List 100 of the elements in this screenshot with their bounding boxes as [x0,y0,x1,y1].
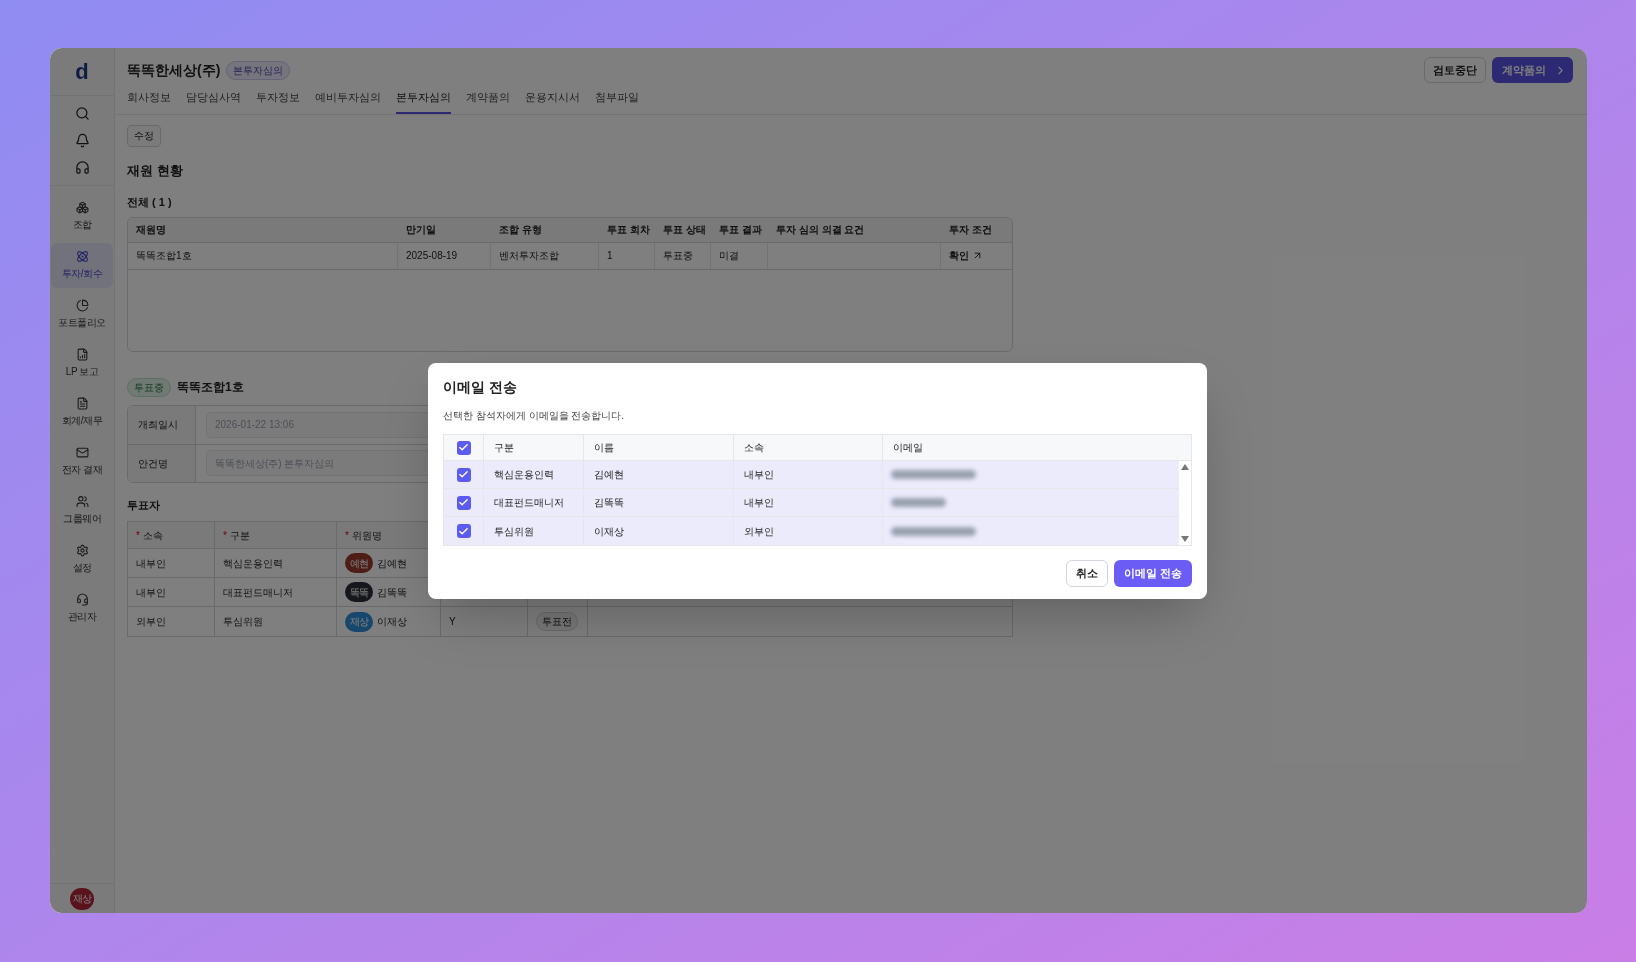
table-cell-text: Y [449,615,456,629]
checkbox[interactable] [456,467,471,482]
tab[interactable]: 운용지시서 [525,89,580,114]
field-label: 안건명 [128,444,196,482]
column-header: 투자 심의 의결 요건 [775,223,866,237]
voters-title: 투표자 [127,497,160,513]
field-label: 개최일시 [128,405,196,444]
column-header: 이메일 [892,441,924,455]
vote-title: 똑똑조합1호 [177,379,244,396]
table-cell: 투심위원 [484,517,584,545]
tab[interactable]: 회사정보 [127,89,171,114]
required-mark: * [223,528,227,543]
tab[interactable]: 투자정보 [256,89,300,114]
table-cell: 김예현 [584,461,734,488]
table-cell: 2025-08-19 [398,242,491,269]
scroll-up-icon[interactable] [1181,464,1189,470]
settings-icon [75,544,89,557]
column-label: 위원명 [351,528,382,543]
cluster-icon [75,201,89,214]
table-cell: 핵심운용인력 [484,461,584,488]
status-badge: 본투자심의 [226,60,291,80]
edit-button[interactable]: 수정 [127,124,161,147]
pie-chart-icon [75,299,89,312]
column-label: 소속 [142,528,163,543]
checkbox[interactable] [456,495,471,510]
section-title: 재원 현황 [127,161,183,180]
member-avatar: 똑똑 [345,582,373,602]
required-mark: * [345,528,349,543]
send-email-button[interactable]: 이메일 전송 [1113,560,1192,587]
user-avatar[interactable]: 재상 [70,887,94,910]
table-cell: 외부인 [128,607,215,636]
column-label: 구분 [229,528,250,543]
checkbox[interactable] [456,440,471,455]
table-cell: 미결 [711,242,768,269]
member-avatar: 재상 [345,611,373,632]
report-icon [75,348,89,361]
arrow-up-right-icon [972,250,983,261]
sidebar-item[interactable]: 그룹웨어 [51,488,113,533]
headphones-icon[interactable] [74,160,90,175]
status-badge: 투표전 [536,612,578,631]
table-cell: 1 [599,242,655,269]
stop-review-button[interactable]: 검토중단 [1424,57,1486,83]
contract-button[interactable]: 계약품의 [1492,57,1573,83]
total-count: 전체 ( 1 ) [127,195,172,210]
column-header: 조합 유형 [498,223,543,237]
bell-icon[interactable] [74,133,90,148]
tab[interactable]: 첨부파일 [595,89,639,114]
sidebar-item[interactable]: 회계/재무 [51,390,113,435]
column-header: 재원명 [135,223,167,237]
mail-icon [75,446,89,459]
status-badge: 투표중 [127,377,171,397]
tab[interactable]: 예비투자심의 [315,89,381,114]
users-icon [75,495,89,508]
sidebar-item[interactable]: 포트폴리오 [51,292,113,337]
scroll-down-icon[interactable] [1181,536,1189,542]
sidebar-item[interactable]: 전자 결재 [51,439,113,484]
sidebar-item[interactable]: 설정 [51,537,113,582]
member-name: 김똑똑 [377,585,407,600]
member-name: 이재상 [377,615,407,629]
table-cell: 김똑똑 [584,489,734,516]
atom-icon [75,250,89,263]
table-cell: 핵심운용인력 [215,549,337,577]
column-header: 구분 [484,435,584,460]
column-header: 투자 조건 [948,223,993,237]
sidebar-item[interactable]: 조합 [51,194,113,239]
search-icon[interactable] [74,106,90,121]
logo[interactable]: d [75,55,89,88]
confirm-link[interactable]: 확인 [941,242,1012,269]
member-name: 김예현 [377,556,407,571]
tab[interactable]: 본투자심의 [396,89,451,114]
checkbox[interactable] [456,524,471,538]
table-cell: 내부인 [734,489,883,516]
table-cell: 이재상 [584,517,734,545]
required-mark: * [136,528,140,543]
column-header: 투표 회차 [606,223,651,237]
table-cell: 내부인 [128,549,215,577]
headset-icon [75,593,89,606]
sidebar-item[interactable]: 관리자 [51,586,113,631]
member-avatar: 예현 [345,553,373,573]
sidebar-item[interactable]: LP 보고 [51,341,113,386]
dialog-title: 이메일 전송 [443,378,518,397]
table-cell: 벤처투자조합 [491,242,599,269]
table-cell: 외부인 [734,517,883,545]
column-header: 이름 [584,435,734,460]
table-cell: 내부인 [128,578,215,606]
column-header: 투표 상태 [662,223,707,237]
table-cell: 대표펀드매니저 [215,578,337,606]
column-header: 소속 [734,435,883,460]
blurred-email [891,498,946,507]
column-header: 만기일 [405,223,437,237]
tab[interactable]: 담당심사역 [186,89,241,114]
tab[interactable]: 계약품의 [466,89,510,114]
column-header: 투표 결과 [718,223,763,237]
sidebar-item[interactable]: 투자/회수 [51,243,113,288]
table-cell: 대표펀드매니저 [484,489,584,516]
cancel-button[interactable]: 취소 [1065,560,1108,587]
table-cell: 똑똑조합1호 [128,242,398,269]
table-cell: 내부인 [734,461,883,488]
document-icon [75,397,89,410]
table-cell: 투표중 [655,242,711,269]
